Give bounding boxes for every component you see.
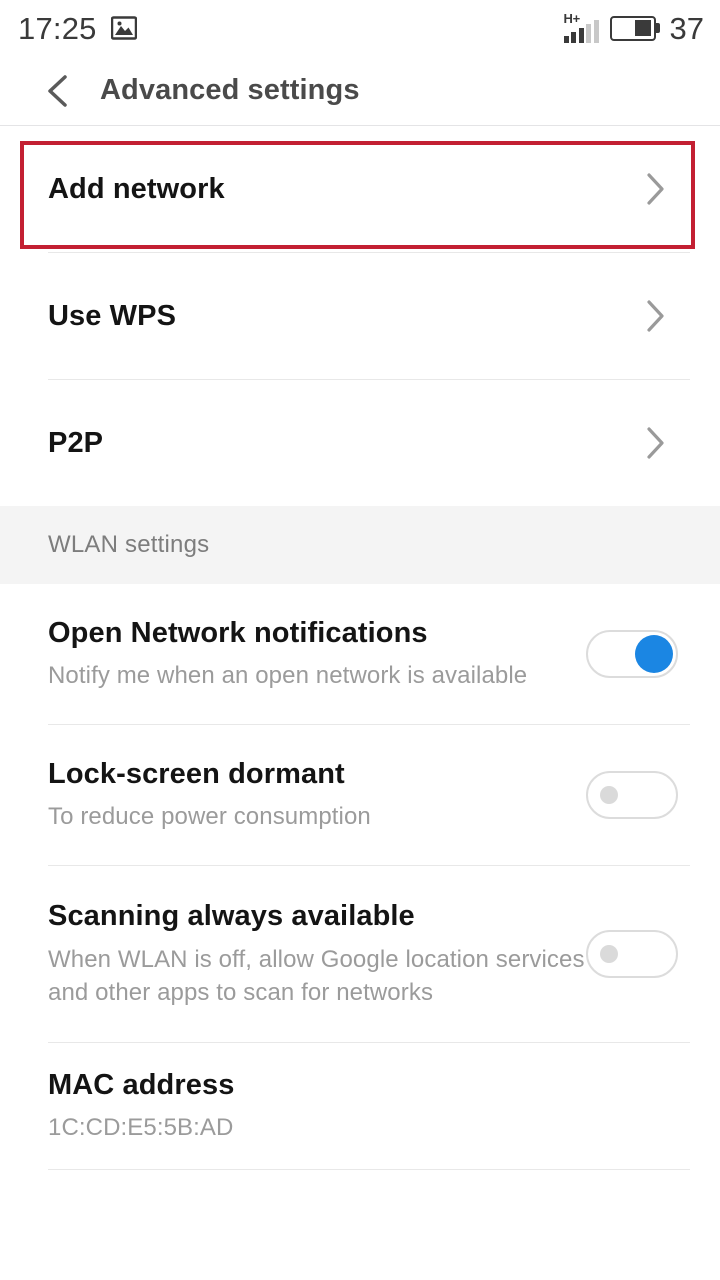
open-network-notifications-texts: Open Network notifications Notify me whe… bbox=[48, 616, 586, 692]
toggle-lock-screen-dormant[interactable] bbox=[586, 771, 678, 819]
list-item-title: P2P bbox=[48, 426, 104, 459]
list-item-title: Open Network notifications bbox=[48, 616, 428, 649]
chevron-right-icon bbox=[636, 296, 676, 336]
settings-list: Add network Use WPS P2P WLAN settings Op… bbox=[0, 126, 720, 1170]
list-item-title: Use WPS bbox=[48, 299, 177, 332]
status-bar: 17:25 H+ 37 bbox=[0, 0, 720, 56]
list-item-title: Scanning always available bbox=[48, 900, 415, 933]
list-item-summary: Notify me when an open network is availa… bbox=[48, 662, 528, 690]
list-item-title: MAC address bbox=[48, 1068, 235, 1101]
signal-bars bbox=[563, 20, 599, 43]
status-bar-left: 17:25 bbox=[18, 13, 137, 44]
list-item-title: Add network bbox=[48, 172, 225, 205]
toggle-knob bbox=[635, 635, 673, 673]
list-item-p2p[interactable]: P2P bbox=[0, 380, 720, 506]
status-bar-clock: 17:25 bbox=[18, 10, 97, 46]
app-bar: Advanced settings bbox=[0, 56, 720, 126]
list-item-summary: 1C:CD:E5:5B:AD bbox=[48, 1114, 234, 1142]
list-item-lock-screen-dormant[interactable]: Lock-screen dormant To reduce power cons… bbox=[0, 725, 720, 865]
screen: 17:25 H+ 37 Advanced settings Add networ… bbox=[0, 0, 720, 1280]
toggle-knob bbox=[600, 945, 618, 963]
status-bar-right: H+ 37 bbox=[563, 10, 704, 46]
list-item-scanning-always-available[interactable]: Scanning always available When WLAN is o… bbox=[0, 866, 720, 1042]
battery-level-label: 37 bbox=[669, 10, 704, 46]
back-chevron-icon[interactable] bbox=[32, 65, 84, 117]
battery-icon bbox=[609, 15, 656, 41]
mac-address-texts: MAC address 1C:CD:E5:5B:AD bbox=[48, 1068, 690, 1144]
list-item-add-network[interactable]: Add network bbox=[0, 126, 720, 252]
list-item-open-network-notifications[interactable]: Open Network notifications Notify me whe… bbox=[0, 584, 720, 724]
chevron-right-icon bbox=[636, 423, 676, 463]
list-item-summary: To reduce power consumption bbox=[48, 803, 371, 831]
list-item-summary: When WLAN is off, allow Google location … bbox=[48, 945, 585, 1006]
section-header-label: WLAN settings bbox=[48, 531, 210, 558]
signal-bars-icon: H+ bbox=[563, 11, 599, 43]
network-type-label: H+ bbox=[563, 11, 581, 26]
toggle-open-network-notifications[interactable] bbox=[586, 630, 678, 678]
list-item-title: Lock-screen dormant bbox=[48, 757, 345, 790]
p2p-texts: P2P bbox=[48, 426, 636, 460]
list-item-mac-address[interactable]: MAC address 1C:CD:E5:5B:AD bbox=[0, 1043, 720, 1169]
image-icon bbox=[110, 16, 137, 40]
list-item-use-wps[interactable]: Use WPS bbox=[0, 253, 720, 379]
use-wps-texts: Use WPS bbox=[48, 299, 636, 333]
page-title: Advanced settings bbox=[100, 74, 360, 106]
chevron-right-icon bbox=[636, 169, 676, 209]
add-network-texts: Add network bbox=[48, 172, 636, 206]
divider bbox=[48, 1169, 690, 1170]
toggle-scanning-always-available[interactable] bbox=[586, 930, 678, 978]
scanning-always-available-texts: Scanning always available When WLAN is o… bbox=[48, 899, 586, 1008]
toggle-knob bbox=[600, 786, 618, 804]
lock-screen-dormant-texts: Lock-screen dormant To reduce power cons… bbox=[48, 757, 586, 833]
section-header-wlan-settings: WLAN settings bbox=[0, 506, 720, 584]
